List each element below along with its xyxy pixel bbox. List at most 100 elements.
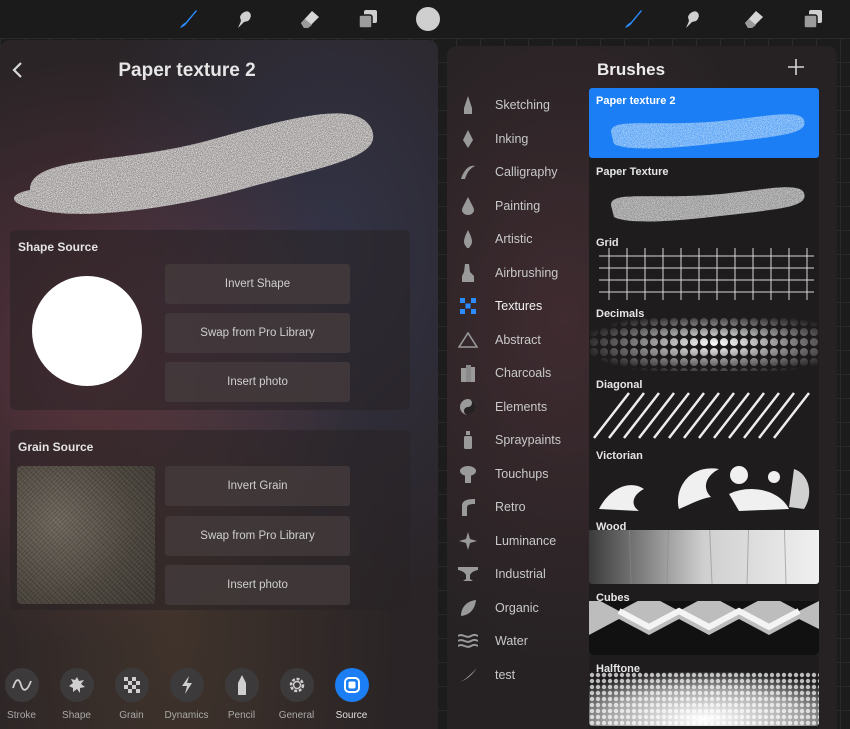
swap-shape-button[interactable]: Swap from Pro Library [165, 313, 350, 353]
category-label: Luminance [495, 534, 557, 548]
brush-label: Cubes [596, 592, 630, 604]
brush-diagonal[interactable]: Diagonal [589, 372, 819, 442]
category-spraypaints[interactable]: Spraypaints [457, 428, 561, 452]
swap-grain-button[interactable]: Swap from Pro Library [165, 516, 350, 556]
brush-label: Decimals [596, 308, 645, 320]
category-label: Sketching [495, 98, 550, 112]
brush-icon[interactable] [175, 6, 201, 32]
category-label: test [495, 668, 516, 682]
brush-icon[interactable] [620, 6, 646, 32]
category-label: Elements [495, 400, 548, 414]
abstract-icon [457, 330, 479, 350]
category-calligraphy[interactable]: Calligraphy [457, 160, 558, 184]
grain-preview[interactable] [17, 466, 155, 604]
stroke-preview[interactable] [0, 95, 438, 225]
category-textures[interactable]: Textures [457, 294, 542, 318]
painting-icon [457, 196, 479, 216]
brush-decimals[interactable]: Decimals [589, 301, 819, 371]
pencil-icon [224, 668, 259, 702]
shape-preview[interactable] [32, 276, 142, 386]
inking-icon [457, 129, 479, 149]
category-painting[interactable]: Painting [457, 194, 540, 218]
shape-icon [59, 668, 94, 702]
category-test[interactable]: test [457, 663, 515, 687]
category-luminance[interactable]: Luminance [457, 529, 556, 553]
brush-victorian[interactable]: Victorian [589, 443, 819, 513]
organic-icon [457, 598, 479, 618]
category-industrial[interactable]: Industrial [457, 562, 546, 586]
add-brush-button[interactable] [787, 58, 805, 76]
layers-icon[interactable] [800, 6, 826, 32]
spraypaints-icon [457, 430, 479, 450]
brush-stroke-preview [589, 601, 819, 655]
tab-source[interactable]: Source [324, 668, 379, 721]
brush-grid[interactable]: Grid [589, 230, 819, 300]
insert-shape-photo-button[interactable]: Insert photo [165, 362, 350, 402]
brush-cubes[interactable]: Cubes [589, 585, 819, 655]
eraser-icon[interactable] [297, 6, 323, 32]
category-label: Water [495, 634, 528, 648]
tab-general[interactable]: General [269, 668, 324, 721]
brush-label: Victorian [596, 450, 643, 462]
tab-dynamics[interactable]: Dynamics [159, 668, 214, 721]
brush-label: Diagonal [596, 379, 643, 391]
grain-source-title: Grain Source [18, 440, 94, 454]
tab-shape[interactable]: Shape [49, 668, 104, 721]
category-label: Touchups [495, 467, 549, 481]
color-icon[interactable] [415, 6, 441, 32]
tab-label: Shape [62, 710, 91, 721]
brush-stroke-preview [589, 530, 819, 584]
layers-icon[interactable] [355, 6, 381, 32]
charcoals-icon [457, 363, 479, 383]
textures-icon [457, 296, 479, 316]
category-label: Textures [495, 299, 543, 313]
category-label: Inking [495, 132, 529, 146]
smudge-icon[interactable] [231, 6, 257, 32]
calligraphy-icon [457, 162, 479, 182]
category-inking[interactable]: Inking [457, 127, 528, 151]
category-artistic[interactable]: Artistic [457, 227, 533, 251]
brush-name-title[interactable]: Paper texture 2 [0, 60, 374, 82]
invert-shape-button[interactable]: Invert Shape [165, 264, 350, 304]
insert-grain-photo-button[interactable]: Insert photo [165, 565, 350, 605]
category-label: Airbrushing [495, 266, 559, 280]
tab-pencil[interactable]: Pencil [214, 668, 269, 721]
sketching-icon [457, 95, 479, 115]
category-abstract[interactable]: Abstract [457, 328, 541, 352]
brush-stroke-preview [611, 187, 805, 222]
shape-source-section: Shape Source Invert Shape Swap from Pro … [10, 230, 410, 410]
brush-paper-texture-2[interactable]: Paper texture 2 [589, 88, 819, 158]
invert-grain-button[interactable]: Invert Grain [165, 466, 350, 506]
category-water[interactable]: Water [457, 629, 528, 653]
smudge-icon[interactable] [679, 6, 705, 32]
category-sketching[interactable]: Sketching [457, 93, 550, 117]
studio-tab-bar: Stroke Shape Grain Dynamics Pencil Gener… [0, 668, 438, 729]
brush-paper-texture[interactable]: Paper Texture [589, 159, 819, 229]
category-touchups[interactable]: Touchups [457, 462, 549, 486]
brush-label: Paper Texture [596, 166, 669, 178]
source-icon [334, 668, 369, 702]
brush-label: Grid [596, 237, 619, 249]
category-elements[interactable]: Elements [457, 395, 547, 419]
brush-stroke-preview [589, 672, 819, 726]
library-title: Brushes [597, 60, 666, 79]
category-label: Abstract [495, 333, 541, 347]
tab-label: General [278, 710, 315, 721]
category-label: Calligraphy [495, 165, 558, 179]
category-airbrushing[interactable]: Airbrushing [457, 261, 558, 285]
brush-halftone[interactable]: Halftone [589, 656, 819, 726]
category-label: Organic [495, 601, 539, 615]
category-organic[interactable]: Organic [457, 596, 539, 620]
brush-list: Paper texture 2 Paper Texture Grid Decim… [589, 88, 819, 729]
category-retro[interactable]: Retro [457, 495, 526, 519]
brush-label: Paper texture 2 [596, 95, 676, 107]
category-label: Artistic [495, 232, 533, 246]
tab-stroke[interactable]: Stroke [0, 668, 49, 721]
brush-label: Wood [596, 521, 627, 533]
eraser-icon[interactable] [741, 6, 767, 32]
tab-grain[interactable]: Grain [104, 668, 159, 721]
category-charcoals[interactable]: Charcoals [457, 361, 551, 385]
dynamics-icon [169, 668, 204, 702]
grain-source-section: Grain Source Invert Grain Swap from Pro … [10, 430, 410, 610]
brush-wood[interactable]: Wood [589, 514, 819, 584]
